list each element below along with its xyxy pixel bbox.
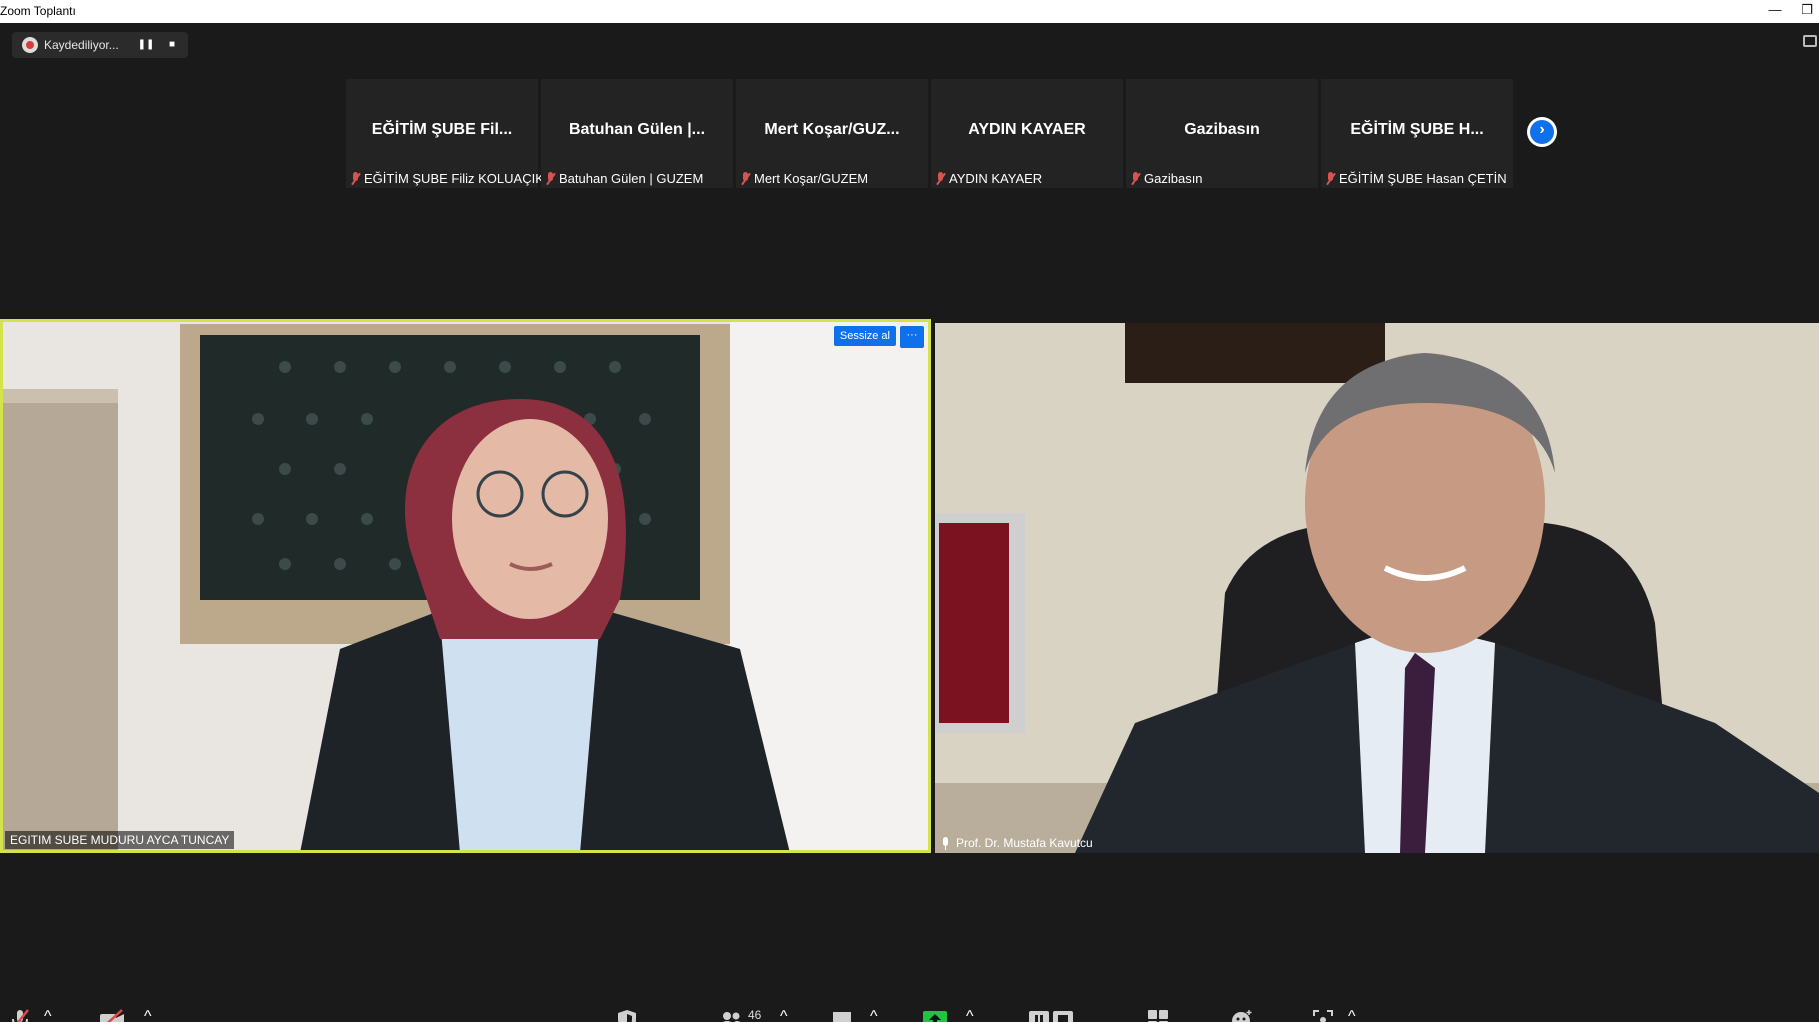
participant-name: Mert Koşar/GUZ...	[764, 121, 900, 138]
participant-label-text: AYDIN KAYAER	[949, 171, 1043, 186]
mic-muted-icon	[545, 172, 555, 185]
video-frame-man	[935, 323, 1819, 853]
mic-muted-icon	[935, 172, 945, 185]
chevron-right-icon: ›	[1539, 121, 1545, 138]
participant-name: Batuhan Gülen |...	[568, 121, 706, 138]
participant-label: EĞİTİM ŞUBE Filiz KOLUAÇIK	[350, 171, 544, 186]
view-icon[interactable]	[1803, 35, 1817, 47]
participant-name: Gazibasın	[1184, 121, 1260, 138]
apps-options-caret[interactable]: ^	[1348, 1008, 1356, 1022]
more-options-button[interactable]: ···	[900, 326, 924, 348]
chat-button[interactable]	[830, 1008, 854, 1022]
participant-label-text: Batuhan Gülen | GUZEM	[559, 171, 704, 186]
meeting-stage: Kaydediliyor... ❚❚ ■ EĞİTİM ŞUBE Fil... …	[0, 23, 1819, 1022]
video-frame-woman	[3, 322, 928, 850]
share-screen-icon	[923, 1011, 947, 1022]
participant-video[interactable]: Prof. Dr. Mustafa Kavutcu	[935, 323, 1819, 853]
participant-label-text: Mert Koşar/GUZEM	[754, 171, 869, 186]
participant-tile[interactable]: Mert Koşar/GUZ... Mert Koşar/GUZEM	[736, 79, 928, 188]
focus-icon	[1313, 1010, 1333, 1022]
participants-icon	[722, 1012, 741, 1022]
shield-icon	[618, 1010, 636, 1022]
microphone-muted-icon	[12, 1009, 29, 1022]
camera-off-icon	[100, 1009, 124, 1022]
participant-name-label: Prof. Dr. Mustafa Kavutcu	[937, 834, 1097, 852]
security-button[interactable]	[616, 1008, 638, 1022]
participant-name: EĞİTİM ŞUBE H...	[1350, 121, 1484, 138]
chat-options-caret[interactable]: ^	[870, 1008, 878, 1022]
title-bar: Zoom Toplantı — ❐	[0, 0, 1819, 23]
participants-button[interactable]: 46	[718, 1008, 766, 1022]
participant-tile[interactable]: Gazibasın Gazibasın	[1126, 79, 1318, 188]
participant-label: EĞİTİM ŞUBE Hasan ÇETİN	[1325, 171, 1507, 186]
recording-controls[interactable]	[1028, 1008, 1074, 1022]
participant-label: Mert Koşar/GUZEM	[740, 171, 868, 186]
participant-filmstrip: EĞİTİM ŞUBE Fil... EĞİTİM ŞUBE Filiz KOL…	[346, 79, 1513, 188]
mic-muted-icon	[740, 172, 750, 185]
participant-label-text: Gazibasın	[1144, 171, 1203, 186]
recording-icon	[22, 37, 38, 53]
restore-button[interactable]: ❐	[1795, 0, 1819, 23]
participant-label: Batuhan Gülen | GUZEM	[545, 171, 703, 186]
grid-icon	[1148, 1010, 1168, 1022]
emoji-icon	[1232, 1010, 1252, 1022]
recording-indicator: Kaydediliyor... ❚❚ ■	[12, 32, 188, 58]
chat-icon	[833, 1012, 851, 1022]
meeting-toolbar: ^ ^ 46 ^ ^ ^ ^	[0, 998, 1819, 1022]
participant-count: 46	[748, 1008, 762, 1022]
participant-tile[interactable]: Batuhan Gülen |... Batuhan Gülen | GUZEM	[541, 79, 733, 188]
participant-label: Gazibasın	[1130, 171, 1203, 186]
participant-name: AYDIN KAYAER	[968, 121, 1086, 138]
speaker-name-label: EGITIM SUBE MUDURU AYCA TUNCAY	[5, 831, 235, 849]
participant-tile[interactable]: EĞİTİM ŞUBE H... EĞİTİM ŞUBE Hasan ÇETİN	[1321, 79, 1513, 188]
mic-muted-icon	[1130, 172, 1140, 185]
share-screen-button[interactable]	[922, 1008, 948, 1022]
recording-label: Kaydediliyor...	[44, 38, 119, 52]
participants-options-caret[interactable]: ^	[780, 1008, 788, 1022]
reactions-button[interactable]	[1230, 1008, 1254, 1022]
mute-button[interactable]	[8, 1008, 32, 1022]
mic-muted-icon	[1325, 172, 1335, 185]
pause-recording-button[interactable]: ❚❚	[136, 35, 156, 55]
apps-button[interactable]	[1312, 1008, 1334, 1022]
participant-tile[interactable]: AYDIN KAYAER AYDIN KAYAER	[931, 79, 1123, 188]
stop-recording-button[interactable]: ■	[162, 35, 182, 55]
breakout-rooms-button[interactable]	[1146, 1008, 1170, 1022]
participant-label-text: EĞİTİM ŞUBE Filiz KOLUAÇIK	[364, 171, 544, 186]
video-options-caret[interactable]: ^	[144, 1008, 152, 1022]
minimize-button[interactable]: —	[1755, 0, 1795, 23]
share-options-caret[interactable]: ^	[966, 1008, 974, 1022]
pause-stop-icon	[1029, 1011, 1073, 1022]
participant-name: EĞİTİM ŞUBE Fil...	[371, 121, 513, 138]
window-title: Zoom Toplantı	[0, 4, 76, 18]
microphone-icon	[941, 836, 950, 850]
participant-label: AYDIN KAYAER	[935, 171, 1042, 186]
participant-label-text: EĞİTİM ŞUBE Hasan ÇETİN	[1339, 171, 1507, 186]
mute-participant-button[interactable]: Sessize al	[833, 326, 896, 346]
audio-options-caret[interactable]: ^	[44, 1008, 52, 1022]
participant-tile[interactable]: EĞİTİM ŞUBE Fil... EĞİTİM ŞUBE Filiz KOL…	[346, 79, 544, 188]
participant-name-text: Prof. Dr. Mustafa Kavutcu	[956, 836, 1093, 850]
mic-muted-icon	[350, 172, 360, 185]
stop-video-button[interactable]	[98, 1008, 126, 1022]
active-speaker-video[interactable]: Sessize al ··· EGITIM SUBE MUDURU AYCA T…	[0, 319, 931, 853]
next-page-button[interactable]: ›	[1527, 117, 1557, 147]
